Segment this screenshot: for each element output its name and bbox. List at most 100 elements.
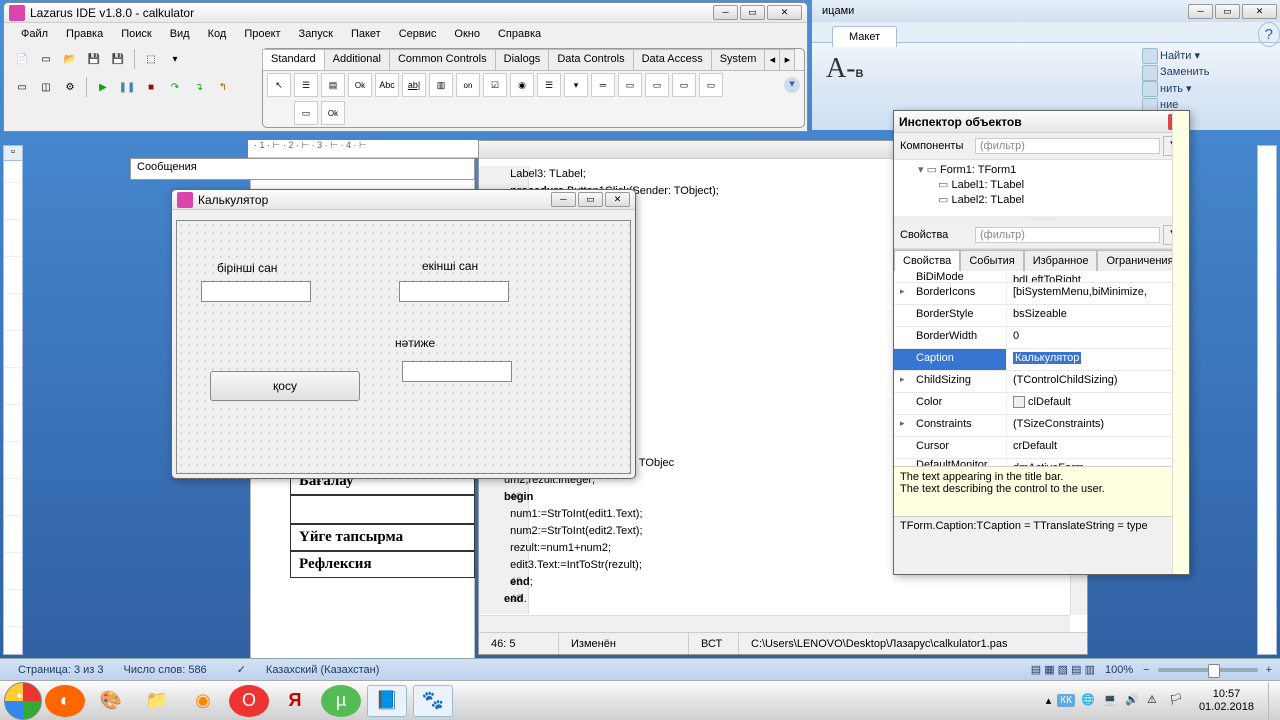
prop-row-childsizing[interactable]: ChildSizing(TControlChildSizing) bbox=[894, 371, 1189, 393]
doc-cell-empty[interactable] bbox=[290, 495, 475, 524]
prop-row-defaultmonitor[interactable]: DefaultMonitordmActiveForm bbox=[894, 459, 1189, 466]
tb-step-over[interactable]: ↷ bbox=[165, 77, 185, 97]
oi-property-grid[interactable]: BiDiModebdLeftToRightBorderIcons[biSyste… bbox=[894, 271, 1189, 466]
oi-hint-scroll[interactable] bbox=[1172, 111, 1189, 574]
tb-stop[interactable]: ■ bbox=[141, 77, 161, 97]
comp-memo[interactable]: ▥ bbox=[429, 73, 453, 97]
taskbar-opera-icon[interactable]: O bbox=[229, 685, 269, 717]
form-edit1[interactable] bbox=[201, 281, 311, 302]
form-label1[interactable]: бірінші сан bbox=[217, 261, 277, 275]
taskbar-lazarus-button[interactable]: 🐾 bbox=[413, 685, 453, 717]
tb-step-into[interactable]: ↴ bbox=[189, 77, 209, 97]
tree-item-label1[interactable]: ▭ Label1: TLabel bbox=[898, 177, 1185, 192]
palette-options-button[interactable]: ▾ bbox=[784, 77, 800, 93]
taskbar-wmplayer-icon[interactable]: ◉ bbox=[183, 685, 223, 717]
palette-tab-common[interactable]: Common Controls bbox=[389, 49, 496, 70]
menu-code[interactable]: Код bbox=[199, 25, 236, 43]
word-maximize-button[interactable]: ▭ bbox=[1215, 4, 1240, 19]
tb-run[interactable]: ▶ bbox=[93, 77, 113, 97]
tb-save-all[interactable]: 💾 bbox=[108, 49, 128, 69]
comp-checkbox[interactable]: ☑ bbox=[483, 73, 507, 97]
oi-properties-filter[interactable]: (фильтр) bbox=[975, 227, 1160, 243]
oi-components-filter[interactable]: (фильтр) bbox=[975, 138, 1160, 154]
doc-cell-2[interactable]: Үйге тапсырма bbox=[290, 524, 475, 551]
zoom-slider[interactable] bbox=[1158, 668, 1258, 672]
word-partial-item-1[interactable]: нить ▾ bbox=[1142, 80, 1272, 97]
oi-tab-properties[interactable]: Свойства bbox=[894, 250, 960, 271]
menu-run[interactable]: Запуск bbox=[290, 25, 342, 43]
messages-window[interactable]: Сообщения bbox=[130, 158, 475, 180]
form-maximize-button[interactable]: ▭ bbox=[578, 192, 603, 207]
comp-mainmenu[interactable]: ☰ bbox=[294, 73, 318, 97]
tb-view-forms[interactable]: ▭ bbox=[12, 77, 32, 97]
taskbar-word-button[interactable]: 📘 bbox=[367, 685, 407, 717]
tb-pause[interactable]: ❚❚ bbox=[117, 77, 137, 97]
comp-scrollbar[interactable]: ═ bbox=[591, 73, 615, 97]
system-clock[interactable]: 10:57 01.02.2018 bbox=[1191, 688, 1262, 714]
palette-tab-next[interactable]: ▸ bbox=[779, 49, 795, 70]
oi-tab-events[interactable]: События bbox=[960, 250, 1023, 271]
menu-search[interactable]: Поиск bbox=[112, 25, 160, 43]
word-find-button[interactable]: Найти ▾ bbox=[1142, 47, 1272, 64]
tray-icon-1[interactable]: 🌐 bbox=[1081, 693, 1097, 709]
comp-togglebox[interactable]: on bbox=[456, 73, 480, 97]
zoom-out-button[interactable]: − bbox=[1143, 664, 1149, 676]
tb-toggle[interactable]: ◫ bbox=[36, 77, 56, 97]
palette-tab-datacontrols[interactable]: Data Controls bbox=[548, 49, 633, 70]
oi-tab-restricted[interactable]: Ограничения bbox=[1097, 250, 1182, 271]
comp-checkgroup[interactable]: ▭ bbox=[672, 73, 696, 97]
taskbar-utorrent-icon[interactable]: µ bbox=[321, 685, 361, 717]
tb-open[interactable]: 📂 bbox=[60, 49, 80, 69]
lazarus-titlebar[interactable]: Lazarus IDE v1.8.0 - calkulator ─ ▭ ✕ bbox=[4, 3, 807, 23]
form-minimize-button[interactable]: ─ bbox=[551, 192, 576, 207]
prop-row-color[interactable]: Color clDefault bbox=[894, 393, 1189, 415]
status-view-buttons[interactable]: ▤ ▦ ▧ ▤ ▥ bbox=[1031, 663, 1095, 676]
status-language[interactable]: Казахский (Казахстан) bbox=[256, 664, 389, 676]
form-label2[interactable]: екінші сан bbox=[422, 259, 478, 273]
ide-minimize-button[interactable]: ─ bbox=[713, 5, 738, 20]
comp-radiobutton[interactable]: ◉ bbox=[510, 73, 534, 97]
prop-row-borderstyle[interactable]: BorderStylebsSizeable bbox=[894, 305, 1189, 327]
menu-window[interactable]: Окно bbox=[445, 25, 489, 43]
menu-file[interactable]: Файл bbox=[12, 25, 57, 43]
form-edit2[interactable] bbox=[399, 281, 509, 302]
status-page[interactable]: Страница: 3 из 3 bbox=[8, 664, 114, 676]
palette-tab-dialogs[interactable]: Dialogs bbox=[495, 49, 550, 70]
form-label3[interactable]: нәтиже bbox=[395, 336, 435, 350]
start-button[interactable] bbox=[4, 682, 42, 720]
taskbar-yandex-icon[interactable]: Я bbox=[275, 685, 315, 717]
tray-icon-3[interactable]: 🔊 bbox=[1125, 693, 1141, 709]
form-button1[interactable]: қосу bbox=[210, 371, 360, 401]
tray-action-center-icon[interactable]: 🏳 bbox=[1169, 693, 1185, 709]
palette-tab-additional[interactable]: Additional bbox=[324, 49, 390, 70]
form-designer-window[interactable]: Калькулятор ─ ▭ ✕ бірінші сан екінші сан… bbox=[171, 189, 636, 479]
prop-row-borderwidth[interactable]: BorderWidth0 bbox=[894, 327, 1189, 349]
comp-label[interactable]: Abc bbox=[375, 73, 399, 97]
form-edit3[interactable] bbox=[402, 361, 512, 382]
show-desktop-button[interactable] bbox=[1268, 682, 1276, 720]
tb-config[interactable]: ⚙ bbox=[60, 77, 80, 97]
comp-radiogroup[interactable]: ▭ bbox=[645, 73, 669, 97]
menu-project[interactable]: Проект bbox=[235, 25, 289, 43]
comp-panel[interactable]: ▭ bbox=[699, 73, 723, 97]
word-help-icon[interactable]: ? bbox=[1258, 22, 1280, 47]
tray-icon-2[interactable]: 💻 bbox=[1103, 693, 1119, 709]
comp-listbox[interactable]: ☰ bbox=[537, 73, 561, 97]
comp-actionlist[interactable]: Ok bbox=[321, 101, 345, 125]
menu-tools[interactable]: Сервис bbox=[390, 25, 446, 43]
tray-show-hidden-icon[interactable]: ▴ bbox=[1046, 694, 1052, 707]
palette-tab-prev[interactable]: ◂ bbox=[764, 49, 780, 70]
word-minimize-button[interactable]: ─ bbox=[1188, 4, 1213, 19]
tb-save[interactable]: 💾 bbox=[84, 49, 104, 69]
tray-icon-4[interactable]: ⚠ bbox=[1147, 693, 1163, 709]
oi-tab-favorites[interactable]: Избранное bbox=[1024, 250, 1098, 271]
form-design-surface[interactable]: бірінші сан екінші сан нәтиже қосу bbox=[176, 220, 631, 474]
oi-component-tree[interactable]: ▾ ▭ Form1: TForm1 ▭ Label1: TLabel ▭ Lab… bbox=[894, 160, 1189, 216]
taskbar-paint-icon[interactable]: 🎨 bbox=[91, 685, 131, 717]
word-vertical-scrollbar[interactable] bbox=[1257, 145, 1277, 655]
comp-frame[interactable]: ▭ bbox=[294, 101, 318, 125]
ide-close-button[interactable]: ✕ bbox=[767, 5, 802, 20]
tb-toggle-form[interactable]: ⬚ bbox=[141, 49, 161, 69]
menu-view[interactable]: Вид bbox=[161, 25, 199, 43]
taskbar-app-1[interactable]: ◐ bbox=[45, 685, 85, 717]
